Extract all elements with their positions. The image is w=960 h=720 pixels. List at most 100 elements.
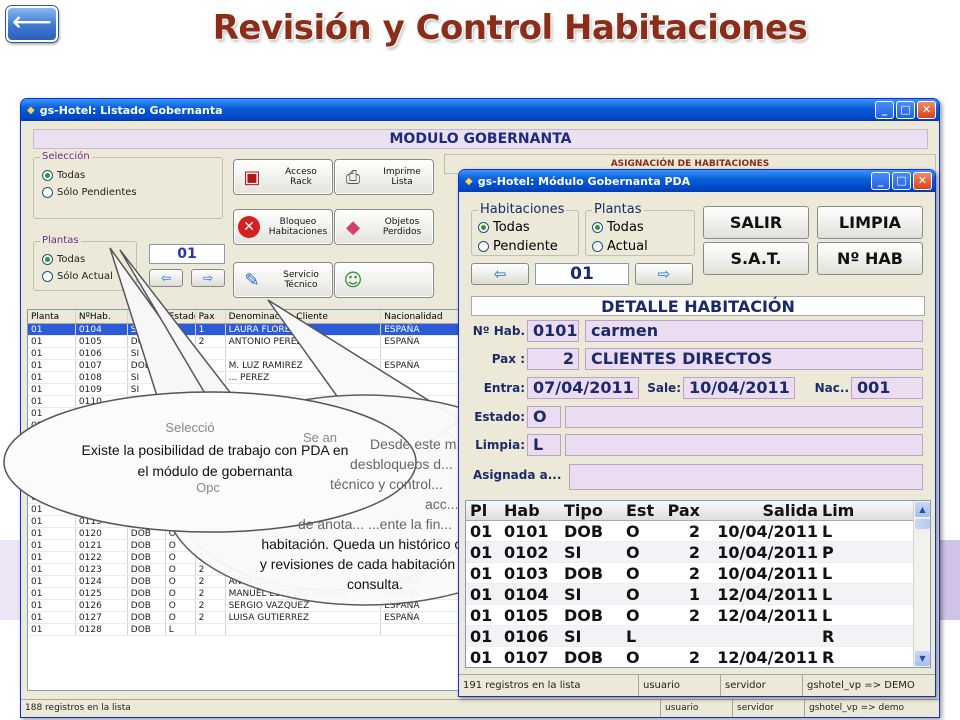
radio-plantas-todas[interactable]: Todas	[42, 252, 136, 267]
table-row[interactable]: 01 0107 DOB O 2 12/04/2011 R	[466, 647, 930, 667]
table-cell	[196, 372, 226, 383]
table-cell: DOB	[128, 564, 166, 575]
table-cell: R	[822, 648, 835, 667]
column-header[interactable]: Pax	[196, 310, 226, 323]
plantas-legend: Plantas	[40, 235, 81, 246]
column-header[interactable]: Salida	[708, 501, 818, 520]
table-cell: DOB	[564, 564, 604, 583]
radio-icon[interactable]	[478, 240, 489, 252]
next-planta-button[interactable]: ⇨	[191, 269, 225, 287]
table-cell: 0110	[76, 396, 128, 407]
table-row[interactable]: 01 0104 SI O 1 12/04/2011 L	[466, 584, 930, 605]
radio-icon[interactable]	[42, 254, 53, 265]
table-row[interactable]: 01 0102 SI O 2 10/04/2011 P	[466, 542, 930, 563]
sat-button[interactable]: S.A.T.	[703, 242, 809, 275]
app-icon: ◆	[465, 175, 473, 187]
hab-field[interactable]: 0101	[527, 320, 579, 342]
radio-solo-actual[interactable]: Sólo Actual	[42, 269, 136, 284]
pax-field[interactable]: 2	[527, 348, 579, 370]
radio-icon[interactable]	[592, 221, 603, 233]
nac-label: Nac..	[814, 381, 849, 395]
table-cell: 0106	[76, 348, 128, 359]
radio-icon[interactable]	[478, 221, 489, 233]
table-cell	[76, 492, 128, 503]
column-header[interactable]: Estado	[166, 310, 196, 323]
asignada-field[interactable]	[569, 464, 923, 490]
back-arrow-button[interactable]: ⟵	[6, 6, 58, 42]
table-cell: 0102	[504, 543, 549, 562]
radio-hab-pendiente[interactable]: Pendiente	[478, 237, 578, 255]
table-cell: DOB	[564, 606, 604, 625]
radio-pda-actual[interactable]: Actual	[592, 237, 694, 255]
radio-icon[interactable]	[42, 187, 53, 198]
table-cell: O	[166, 600, 196, 611]
servicio-tecnico-button[interactable]: ✎ Servicio Técnico	[233, 262, 333, 298]
pda-room-list[interactable]: Pl Hab Tipo Est Pax Salida Lim 01 0101 DOB O 2 10/0…	[465, 500, 931, 668]
num-hab-button[interactable]: Nº HAB	[817, 242, 923, 275]
column-header[interactable]: Pax	[660, 501, 708, 520]
radio-todas[interactable]: Todas	[42, 168, 222, 183]
nombre-field[interactable]: carmen	[585, 320, 923, 342]
minimize-button[interactable]: _	[871, 172, 890, 190]
column-header[interactable]: Planta	[28, 310, 76, 323]
radio-icon[interactable]	[42, 170, 53, 181]
scroll-down-icon[interactable]: ▼	[915, 651, 930, 666]
pda-prev-button[interactable]: ⇦	[471, 263, 529, 285]
status-user: usuario	[661, 700, 733, 717]
column-header[interactable]: Tipo	[128, 310, 166, 323]
prev-planta-button[interactable]: ⇦	[149, 269, 183, 287]
pda-planta-input[interactable]: 01	[535, 263, 629, 285]
table-cell: ... PEREZ	[226, 372, 382, 383]
scroll-thumb[interactable]	[915, 519, 930, 529]
limpia-field[interactable]: L	[527, 434, 561, 456]
table-cell: 01	[28, 504, 76, 515]
column-header[interactable]: Lim	[818, 501, 878, 520]
column-header[interactable]: Hab	[500, 501, 560, 520]
radio-solo-pendientes[interactable]: Sólo Pendientes	[42, 185, 222, 200]
column-header[interactable]: Pl	[466, 501, 500, 520]
column-header[interactable]: Est	[622, 501, 660, 520]
table-cell: DOB	[128, 360, 166, 371]
scroll-up-icon[interactable]: ▲	[915, 502, 930, 517]
table-row[interactable]: 01 0103 DOB O 2 10/04/2011 L	[466, 563, 930, 584]
table-row[interactable]: 01 0106 SI L R	[466, 626, 930, 647]
salir-button[interactable]: SALIR	[703, 206, 809, 239]
maximize-button[interactable]: □	[892, 172, 911, 190]
user-add-button[interactable]: ☺	[334, 262, 434, 298]
sale-field[interactable]: 10/04/2011	[683, 377, 795, 399]
agencia-field[interactable]: CLIENTES DIRECTOS	[585, 348, 923, 370]
estado-field[interactable]: O	[527, 406, 561, 428]
bloqueo-habitaciones-button[interactable]: ✕ Bloqueo Habitaciones	[233, 209, 333, 245]
limpia-desc-field[interactable]	[565, 434, 923, 456]
table-row[interactable]: 01 0105 DOB O 2 12/04/2011 L	[466, 605, 930, 626]
pda-list-scrollbar[interactable]: ▲ ▼	[913, 501, 930, 667]
pda-next-button[interactable]: ⇨	[635, 263, 693, 285]
entra-field[interactable]: 07/04/2011	[527, 377, 639, 399]
imprime-lista-button[interactable]: ⎙ Imprime Lista	[334, 159, 434, 195]
table-row[interactable]: 01 0101 DOB O 2 10/04/2011 L	[466, 521, 930, 542]
table-cell: DOB	[128, 576, 166, 587]
limpia-button[interactable]: LIMPIA	[817, 206, 923, 239]
radio-icon[interactable]	[592, 240, 603, 252]
column-header[interactable]: NºHab.	[76, 310, 128, 323]
estado-desc-field[interactable]	[565, 406, 923, 428]
column-header[interactable]: Denominación Cliente	[226, 310, 382, 323]
column-header[interactable]: Tipo	[560, 501, 622, 520]
radio-pda-todas[interactable]: Todas	[592, 218, 694, 236]
radio-icon[interactable]	[42, 271, 53, 282]
acceso-rack-button[interactable]: ▣ Acceso Rack	[233, 159, 333, 195]
table-cell: 12/04/2011	[717, 585, 818, 604]
table-cell: 0119	[76, 516, 128, 527]
radio-hab-todas[interactable]: Todas	[478, 218, 578, 236]
table-cell: 0105	[76, 336, 128, 347]
maximize-button[interactable]: □	[896, 101, 915, 119]
table-cell: 2	[196, 360, 226, 371]
table-cell: 01	[470, 564, 493, 583]
nac-field[interactable]: 001	[851, 377, 923, 399]
table-cell: 01	[28, 480, 76, 491]
minimize-button[interactable]: _	[875, 101, 894, 119]
planta-input[interactable]: 01	[149, 244, 225, 264]
close-button[interactable]: ✕	[913, 172, 932, 190]
close-button[interactable]: ✕	[917, 101, 936, 119]
objetos-perdidos-button[interactable]: ◆ Objetos Perdidos	[334, 209, 434, 245]
